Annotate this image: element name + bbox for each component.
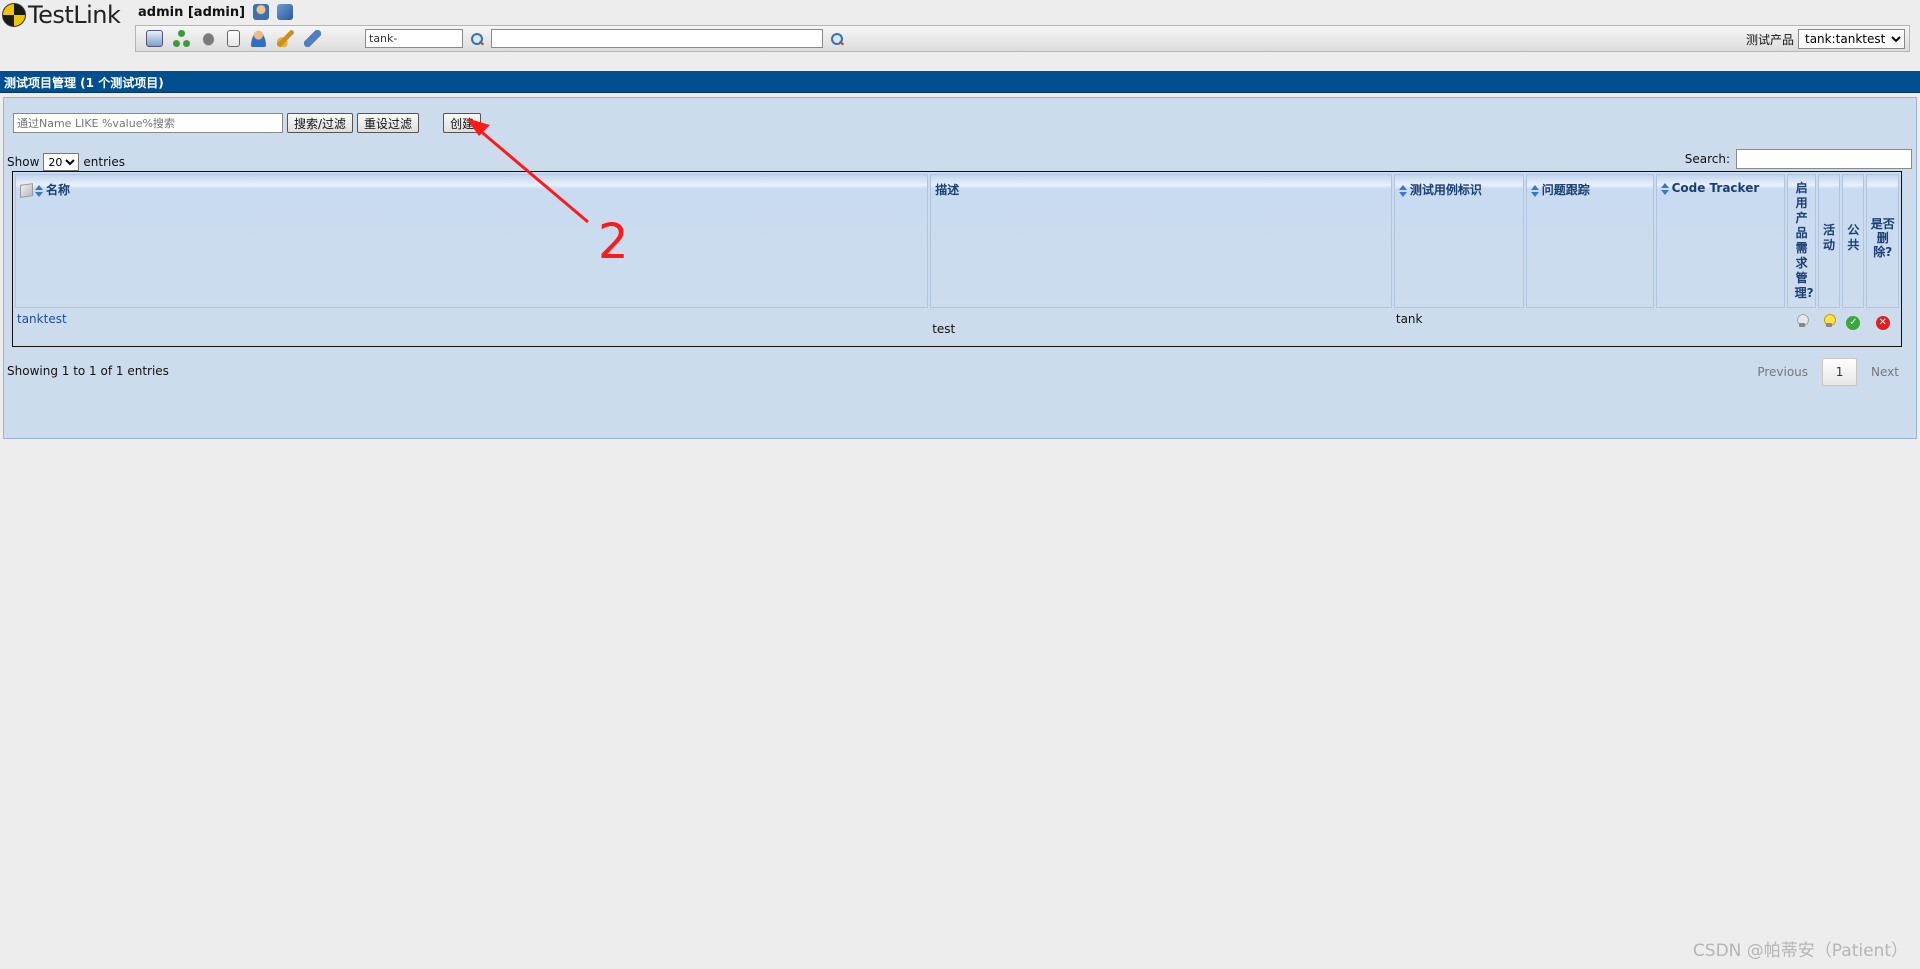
projects-table-container: 名称 描述 测试用例标识 问题跟踪 Code Tracker 启用产品需求管理?… (12, 171, 1902, 347)
col-header-req-mgmt[interactable]: 启用产品需求管理? (1787, 174, 1816, 308)
sort-icon (35, 184, 43, 197)
table-info: Showing 1 to 1 of 1 entries (7, 364, 169, 378)
search-icon[interactable] (829, 31, 845, 47)
filter-bar: 搜索/过滤 重设过滤 创建 (13, 113, 482, 133)
app-logo: TestLink (0, 0, 121, 30)
user-label: admin [admin] (138, 4, 246, 20)
cell-code-tracker (1656, 310, 1786, 350)
table-search: Search: (1685, 149, 1912, 169)
col-header-name-label: 名称 (46, 183, 71, 197)
col-header-code-tracker-label: Code Tracker (1671, 181, 1760, 195)
watermark: CSDN @帕蒂安（Patient） (1692, 941, 1908, 961)
logo-text: TestLink (28, 1, 121, 29)
table-header-row: 名称 描述 测试用例标识 问题跟踪 Code Tracker 启用产品需求管理?… (15, 174, 1899, 308)
col-header-description[interactable]: 描述 (930, 174, 1392, 308)
main-toolbar: 测试产品 tank:tanktest (135, 25, 1910, 52)
cell-prefix: tank (1395, 312, 1423, 326)
search-icon[interactable] (469, 31, 485, 47)
sort-icon (1530, 184, 1539, 197)
col-header-code-tracker[interactable]: Code Tracker (1655, 174, 1786, 308)
entries-label: entries (83, 155, 125, 169)
page-1-button[interactable]: 1 (1822, 358, 1858, 386)
global-search-input[interactable] (491, 29, 823, 48)
broom-icon[interactable] (277, 30, 294, 47)
testcase-id-search-input[interactable] (365, 29, 463, 48)
col-header-name[interactable]: 名称 (15, 174, 929, 308)
col-header-public[interactable]: 公共 (1842, 174, 1865, 308)
search-label: Search: (1684, 152, 1730, 166)
desktop-icon[interactable] (146, 30, 163, 47)
cell-public: ✓ (1842, 310, 1864, 350)
col-header-prefix[interactable]: 测试用例标识 (1393, 174, 1524, 308)
search-filter-button[interactable]: 搜索/过滤 (287, 113, 354, 133)
col-header-delete[interactable]: 是否删除? (1866, 174, 1899, 308)
logout-icon[interactable] (277, 4, 294, 20)
col-header-issue-tracker[interactable]: 问题跟踪 (1525, 174, 1654, 308)
sitemap-icon[interactable] (173, 30, 190, 47)
user-info: admin [admin] (138, 4, 294, 20)
name-filter-input[interactable] (13, 113, 283, 133)
table-search-input[interactable] (1736, 149, 1912, 169)
cell-delete: ✕ (1866, 310, 1899, 350)
lightbulb-off-icon[interactable] (1796, 314, 1809, 328)
col-header-req-mgmt-label: 启用产品需求管理? (1794, 181, 1814, 300)
col-header-delete-label: 是否删除? (1870, 217, 1895, 259)
col-header-prefix-label: 测试用例标识 (1409, 183, 1482, 197)
previous-button[interactable]: Previous (1757, 365, 1808, 379)
reset-filter-button[interactable]: 重设过滤 (357, 113, 420, 133)
testlink-logo-icon (2, 3, 26, 27)
annotation-number: 2 (598, 214, 629, 270)
cell-description: test (930, 310, 1392, 350)
cell-issue-tracker (1526, 310, 1654, 350)
col-header-issue-tracker-label: 问题跟踪 (1541, 183, 1590, 197)
col-header-active-label: 活动 (1823, 223, 1836, 252)
lightbulb-on-icon[interactable] (1823, 314, 1837, 328)
next-button[interactable]: Next (1871, 365, 1899, 379)
table-row: tanktest test tank ✓ ✕ (15, 310, 1899, 350)
bug-icon[interactable] (200, 30, 217, 47)
cell-req-mgmt (1787, 310, 1815, 350)
project-description: test (932, 322, 956, 336)
create-button[interactable]: 创建 (443, 113, 482, 133)
product-selector: 测试产品 tank:tanktest (1746, 29, 1905, 49)
workarea: 搜索/过滤 重设过滤 创建 Show 20 entries Search: 名称… (3, 97, 1917, 439)
cell-name: tanktest (15, 310, 928, 350)
col-header-active[interactable]: 活动 (1817, 174, 1841, 308)
cell-active (1818, 310, 1840, 350)
show-label: Show (7, 155, 40, 169)
col-header-public-label: 公共 (1847, 223, 1860, 252)
page-length-control: Show 20 entries (7, 153, 125, 171)
user-settings-icon[interactable] (253, 4, 270, 20)
sort-icon (1398, 184, 1407, 197)
feather-icon[interactable] (304, 30, 321, 47)
check-circle-icon: ✓ (1846, 316, 1861, 330)
product-label: 测试产品 (1745, 32, 1794, 47)
product-select[interactable]: tank:tanktest (1798, 29, 1905, 49)
user-icon[interactable] (250, 30, 267, 47)
page-title: 测试项目管理 (1 个测试项目) (0, 71, 1920, 93)
document-icon[interactable] (227, 30, 240, 47)
projects-table: 名称 描述 测试用例标识 问题跟踪 Code Tracker 启用产品需求管理?… (13, 172, 1901, 352)
pagination: Previous 1 Next (1757, 358, 1899, 386)
page-length-select[interactable]: 20 (43, 153, 80, 171)
col-header-description-label: 描述 (935, 183, 960, 197)
project-link[interactable]: tanktest (17, 312, 67, 326)
cube-icon (20, 183, 33, 198)
sort-icon (1660, 182, 1669, 195)
delete-icon[interactable]: ✕ (1875, 316, 1890, 330)
